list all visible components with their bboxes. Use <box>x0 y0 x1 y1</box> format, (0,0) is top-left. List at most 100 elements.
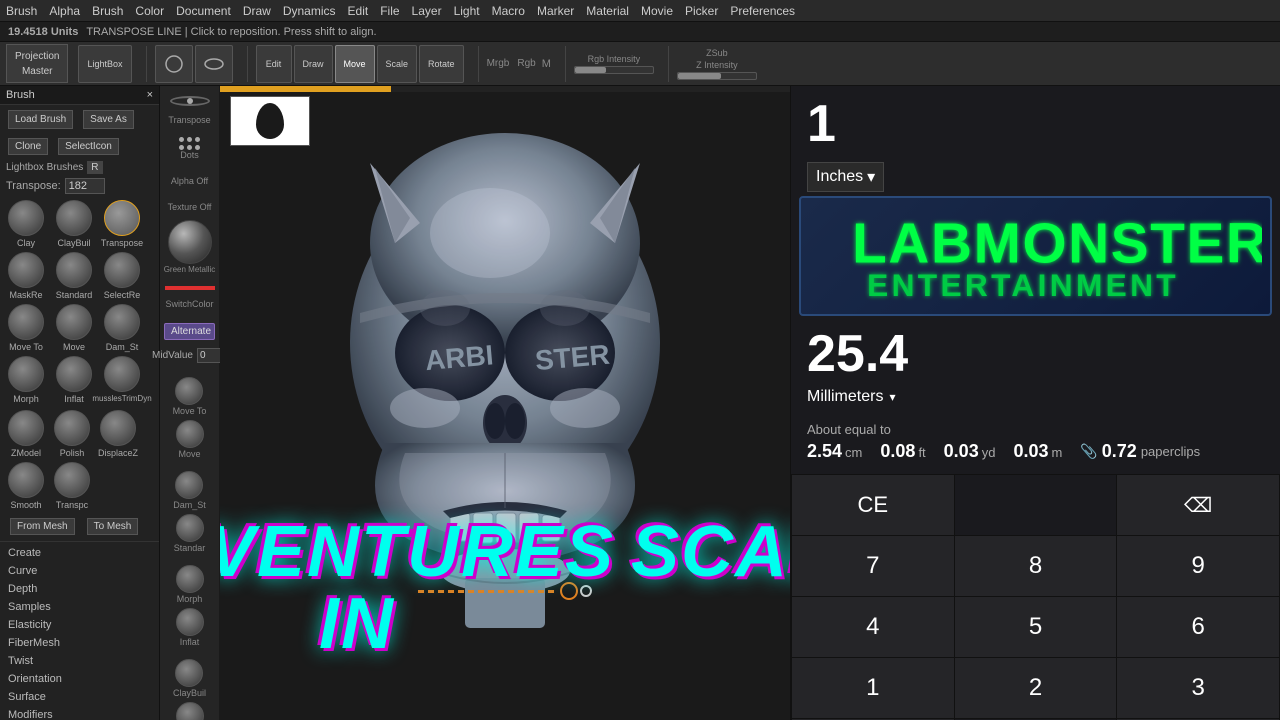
brush-displace[interactable]: DisplaceZ <box>96 410 140 458</box>
menu-draw[interactable]: Draw <box>243 4 271 18</box>
transpose-circle-tool[interactable] <box>170 96 210 106</box>
numpad-del-button[interactable]: ⌫ <box>1117 475 1279 535</box>
brush-clay[interactable]: Clay <box>4 200 48 248</box>
left-panel: Brush × Load Brush Save As Clone SelectI… <box>0 86 160 720</box>
draw-button[interactable]: Draw <box>294 45 333 83</box>
menu-dynamics[interactable]: Dynamics <box>283 4 336 18</box>
from-mesh-button[interactable]: From Mesh <box>10 518 75 535</box>
alternate-button[interactable]: Alternate <box>164 323 215 340</box>
lightbox-button[interactable]: LightBox <box>78 45 131 83</box>
brush-maskre[interactable]: MaskRe <box>4 252 48 300</box>
section-curve[interactable]: Curve <box>0 562 159 580</box>
section-samples[interactable]: Samples <box>0 598 159 616</box>
brush-sections: Create Curve Depth Samples Elasticity Fi… <box>0 541 159 720</box>
move-button[interactable]: Move <box>335 45 375 83</box>
brush-morph[interactable]: Morph <box>4 356 48 404</box>
inflat-bottom-tool[interactable]: Inflat <box>176 608 204 647</box>
numpad-9[interactable]: 9 <box>1117 536 1279 596</box>
menu-preferences[interactable]: Preferences <box>730 4 795 18</box>
section-twist[interactable]: Twist <box>0 652 159 670</box>
numpad-ce-button[interactable]: CE <box>792 475 954 535</box>
section-create[interactable]: Create <box>0 544 159 562</box>
transpose-input[interactable] <box>65 178 105 194</box>
brush-move[interactable]: Move <box>52 304 96 352</box>
draw-mode-freehand[interactable] <box>155 45 193 83</box>
menu-alpha[interactable]: Alpha <box>49 4 80 18</box>
section-modifiers[interactable]: Modifiers <box>0 706 159 720</box>
menu-edit[interactable]: Edit <box>348 4 369 18</box>
edit-button[interactable]: Edit <box>256 45 292 83</box>
texture-ball-tool[interactable]: Green Metallic <box>163 220 217 274</box>
move-bottom-tool[interactable]: Move <box>176 420 204 459</box>
move-bottom-circle-icon <box>176 420 204 448</box>
move-to-bottom-tool[interactable]: Move To <box>173 377 207 416</box>
menu-document[interactable]: Document <box>176 4 231 18</box>
menu-file[interactable]: File <box>380 4 399 18</box>
numpad-8[interactable]: 8 <box>955 536 1117 596</box>
load-brush-button[interactable]: Load Brush <box>8 110 73 129</box>
morph-bottom-tool[interactable]: Morph <box>176 565 204 604</box>
dots-tool[interactable]: Dots <box>179 137 200 160</box>
menu-layer[interactable]: Layer <box>412 4 442 18</box>
section-orientation[interactable]: Orientation <box>0 670 159 688</box>
paperclip-icon: 📎 <box>1080 443 1097 460</box>
numpad-3[interactable]: 3 <box>1117 658 1279 718</box>
brush-damst[interactable]: Dam_St <box>100 304 144 352</box>
projection-master-button[interactable]: Projection Master <box>6 44 68 83</box>
brush-mussles[interactable]: musslesTrimDyn <box>100 356 144 404</box>
section-elasticity[interactable]: Elasticity <box>0 616 159 634</box>
to-mesh-button[interactable]: To Mesh <box>87 518 139 535</box>
menu-picker[interactable]: Picker <box>685 4 718 18</box>
scale-units-dropdown[interactable]: Inches ▾ <box>807 162 884 192</box>
brush-zmodel[interactable]: ZModel <box>4 410 48 458</box>
scale-button[interactable]: Scale <box>377 45 418 83</box>
brush-close-icon[interactable]: × <box>147 89 153 101</box>
clone-button[interactable]: Clone <box>8 138 48 155</box>
claybuild-bottom-tool[interactable]: ClayBuil <box>173 659 206 698</box>
brush-moveto-icon <box>8 304 44 340</box>
numpad-1[interactable]: 1 <box>792 658 954 718</box>
rotate-button[interactable]: Rotate <box>419 45 464 83</box>
section-surface[interactable]: Surface <box>0 688 159 706</box>
menu-color[interactable]: Color <box>135 4 164 18</box>
numpad-6[interactable]: 6 <box>1117 597 1279 657</box>
menu-brush[interactable]: Brush <box>92 4 123 18</box>
brush-polish-icon <box>54 410 90 446</box>
menu-marker[interactable]: Marker <box>537 4 574 18</box>
scale-header: 1 <box>791 86 1280 158</box>
brush-claybuild-label: ClayBuil <box>57 238 90 248</box>
brush-standard[interactable]: Standard <box>52 252 96 300</box>
section-depth[interactable]: Depth <box>0 580 159 598</box>
section-fibermesh[interactable]: FiberMesh <box>0 634 159 652</box>
menu-macro[interactable]: Macro <box>492 4 525 18</box>
menu-movie[interactable]: Movie <box>641 4 673 18</box>
brush-smooth[interactable]: Smooth <box>4 462 48 510</box>
menu-material[interactable]: Material <box>586 4 629 18</box>
draw-mode-circle[interactable] <box>195 45 233 83</box>
brush-moveto[interactable]: Move To <box>4 304 48 352</box>
damst-bottom-tool[interactable]: Dam_St <box>173 471 206 510</box>
brush-transpose[interactable]: Transpose <box>100 200 144 248</box>
brush-transpc[interactable]: Transpc <box>50 462 94 510</box>
clay-bottom-tool[interactable]: Clay <box>176 702 204 720</box>
brush-polish[interactable]: Polish <box>50 410 94 458</box>
brush-inflat[interactable]: Inflat <box>52 356 96 404</box>
millimeters-dropdown[interactable]: Millimeters ▾ <box>807 388 895 406</box>
brush-standard-icon <box>56 252 92 288</box>
numpad-2[interactable]: 2 <box>955 658 1117 718</box>
numpad-7[interactable]: 7 <box>792 536 954 596</box>
standard-bottom-tool[interactable]: Standar <box>174 514 206 553</box>
save-as-button[interactable]: Save As <box>83 110 134 129</box>
logo-svg: LABMONSTER ENTERTAINMENT <box>809 206 1262 306</box>
brush-claybuild[interactable]: ClayBuil <box>52 200 96 248</box>
select-icon-button[interactable]: SelectIcon <box>58 138 119 155</box>
brush-transpc-icon <box>54 462 90 498</box>
brush-selectre[interactable]: SelectRe <box>100 252 144 300</box>
r-button[interactable]: R <box>87 161 102 174</box>
brush-damst-label: Dam_St <box>106 342 139 352</box>
numpad-4[interactable]: 4 <box>792 597 954 657</box>
canvas-area[interactable]: ARBI STER <box>220 86 790 720</box>
numpad-5[interactable]: 5 <box>955 597 1117 657</box>
scale-units-label: Inches <box>816 168 863 186</box>
menu-light[interactable]: Light <box>454 4 480 18</box>
